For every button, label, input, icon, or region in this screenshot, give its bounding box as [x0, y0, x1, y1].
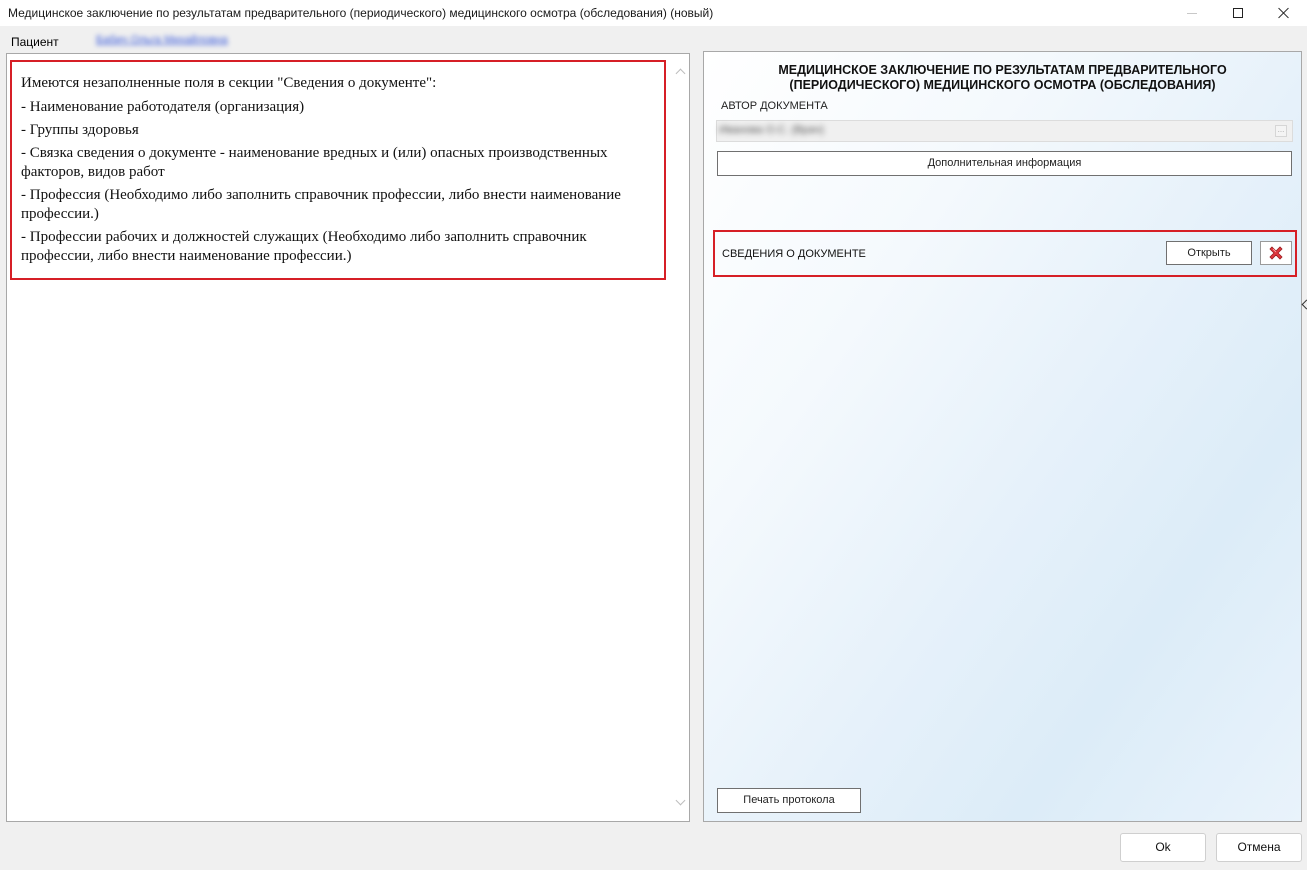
author-browse-button[interactable]: ...: [1275, 125, 1287, 137]
vertical-scrollbar[interactable]: [672, 54, 689, 821]
close-icon: [1278, 7, 1290, 19]
validation-panel[interactable]: Имеются незаполненные поля в секции "Све…: [6, 53, 690, 822]
print-protocol-button[interactable]: Печать протокола: [717, 788, 861, 813]
document-title-line: (ПЕРИОДИЧЕСКОГО) МЕДИЦИНСКОГО ОСМОТРА (О…: [789, 78, 1216, 92]
delete-section-button[interactable]: [1260, 241, 1292, 265]
patient-name-link[interactable]: Бабич Ольга Михайловна: [96, 34, 228, 46]
delete-icon: [1269, 246, 1283, 260]
ok-button[interactable]: Ok: [1120, 833, 1206, 862]
document-panel: МЕДИЦИНСКОЕ ЗАКЛЮЧЕНИЕ ПО РЕЗУЛЬТАТАМ ПР…: [703, 51, 1302, 822]
author-field[interactable]: Иванова О.С. (Врач) ...: [716, 120, 1293, 142]
validation-item: - Связка сведения о документе - наименов…: [21, 145, 608, 180]
maximize-button[interactable]: [1215, 0, 1261, 26]
cancel-button[interactable]: Отмена: [1216, 833, 1302, 862]
minimize-button[interactable]: [1169, 0, 1215, 26]
author-value: Иванова О.С. (Врач): [719, 124, 824, 136]
minimize-icon: [1187, 12, 1197, 14]
document-info-label: СВЕДЕНИЯ О ДОКУМЕНТЕ: [722, 248, 866, 260]
document-info-section: СВЕДЕНИЯ О ДОКУМЕНТЕ Открыть: [713, 230, 1297, 277]
maximize-icon: [1233, 8, 1243, 18]
open-section-button[interactable]: Открыть: [1166, 241, 1252, 265]
title-bar: Медицинское заключение по результатам пр…: [0, 0, 1307, 26]
scroll-up-icon[interactable]: [675, 66, 685, 76]
patient-bar: Пациент Бабич Ольга Михайловна: [0, 26, 1307, 52]
additional-info-button[interactable]: Дополнительная информация: [717, 151, 1292, 176]
validation-item: - Группы здоровья: [21, 122, 139, 138]
validation-item: - Наименование работодателя (организация…: [21, 99, 305, 115]
document-title: МЕДИЦИНСКОЕ ЗАКЛЮЧЕНИЕ ПО РЕЗУЛЬТАТАМ ПР…: [704, 63, 1301, 93]
validation-item: - Профессия (Необходимо либо заполнить с…: [21, 187, 621, 222]
close-button[interactable]: [1261, 0, 1307, 26]
collapse-chevron-icon[interactable]: [1300, 298, 1307, 312]
validation-item: - Профессии рабочих и должностей служащи…: [21, 229, 587, 264]
dialog-footer: Ok Отмена: [0, 827, 1307, 870]
validation-message-box: Имеются незаполненные поля в секции "Све…: [10, 60, 666, 280]
patient-label: Пациент: [11, 35, 59, 49]
document-title-line: МЕДИЦИНСКОЕ ЗАКЛЮЧЕНИЕ ПО РЕЗУЛЬТАТАМ ПР…: [778, 63, 1227, 77]
validation-header: Имеются незаполненные поля в секции "Све…: [21, 75, 437, 91]
window-title: Медицинское заключение по результатам пр…: [8, 6, 714, 20]
author-label: АВТОР ДОКУМЕНТА: [721, 100, 828, 112]
scroll-down-icon[interactable]: [675, 797, 685, 807]
